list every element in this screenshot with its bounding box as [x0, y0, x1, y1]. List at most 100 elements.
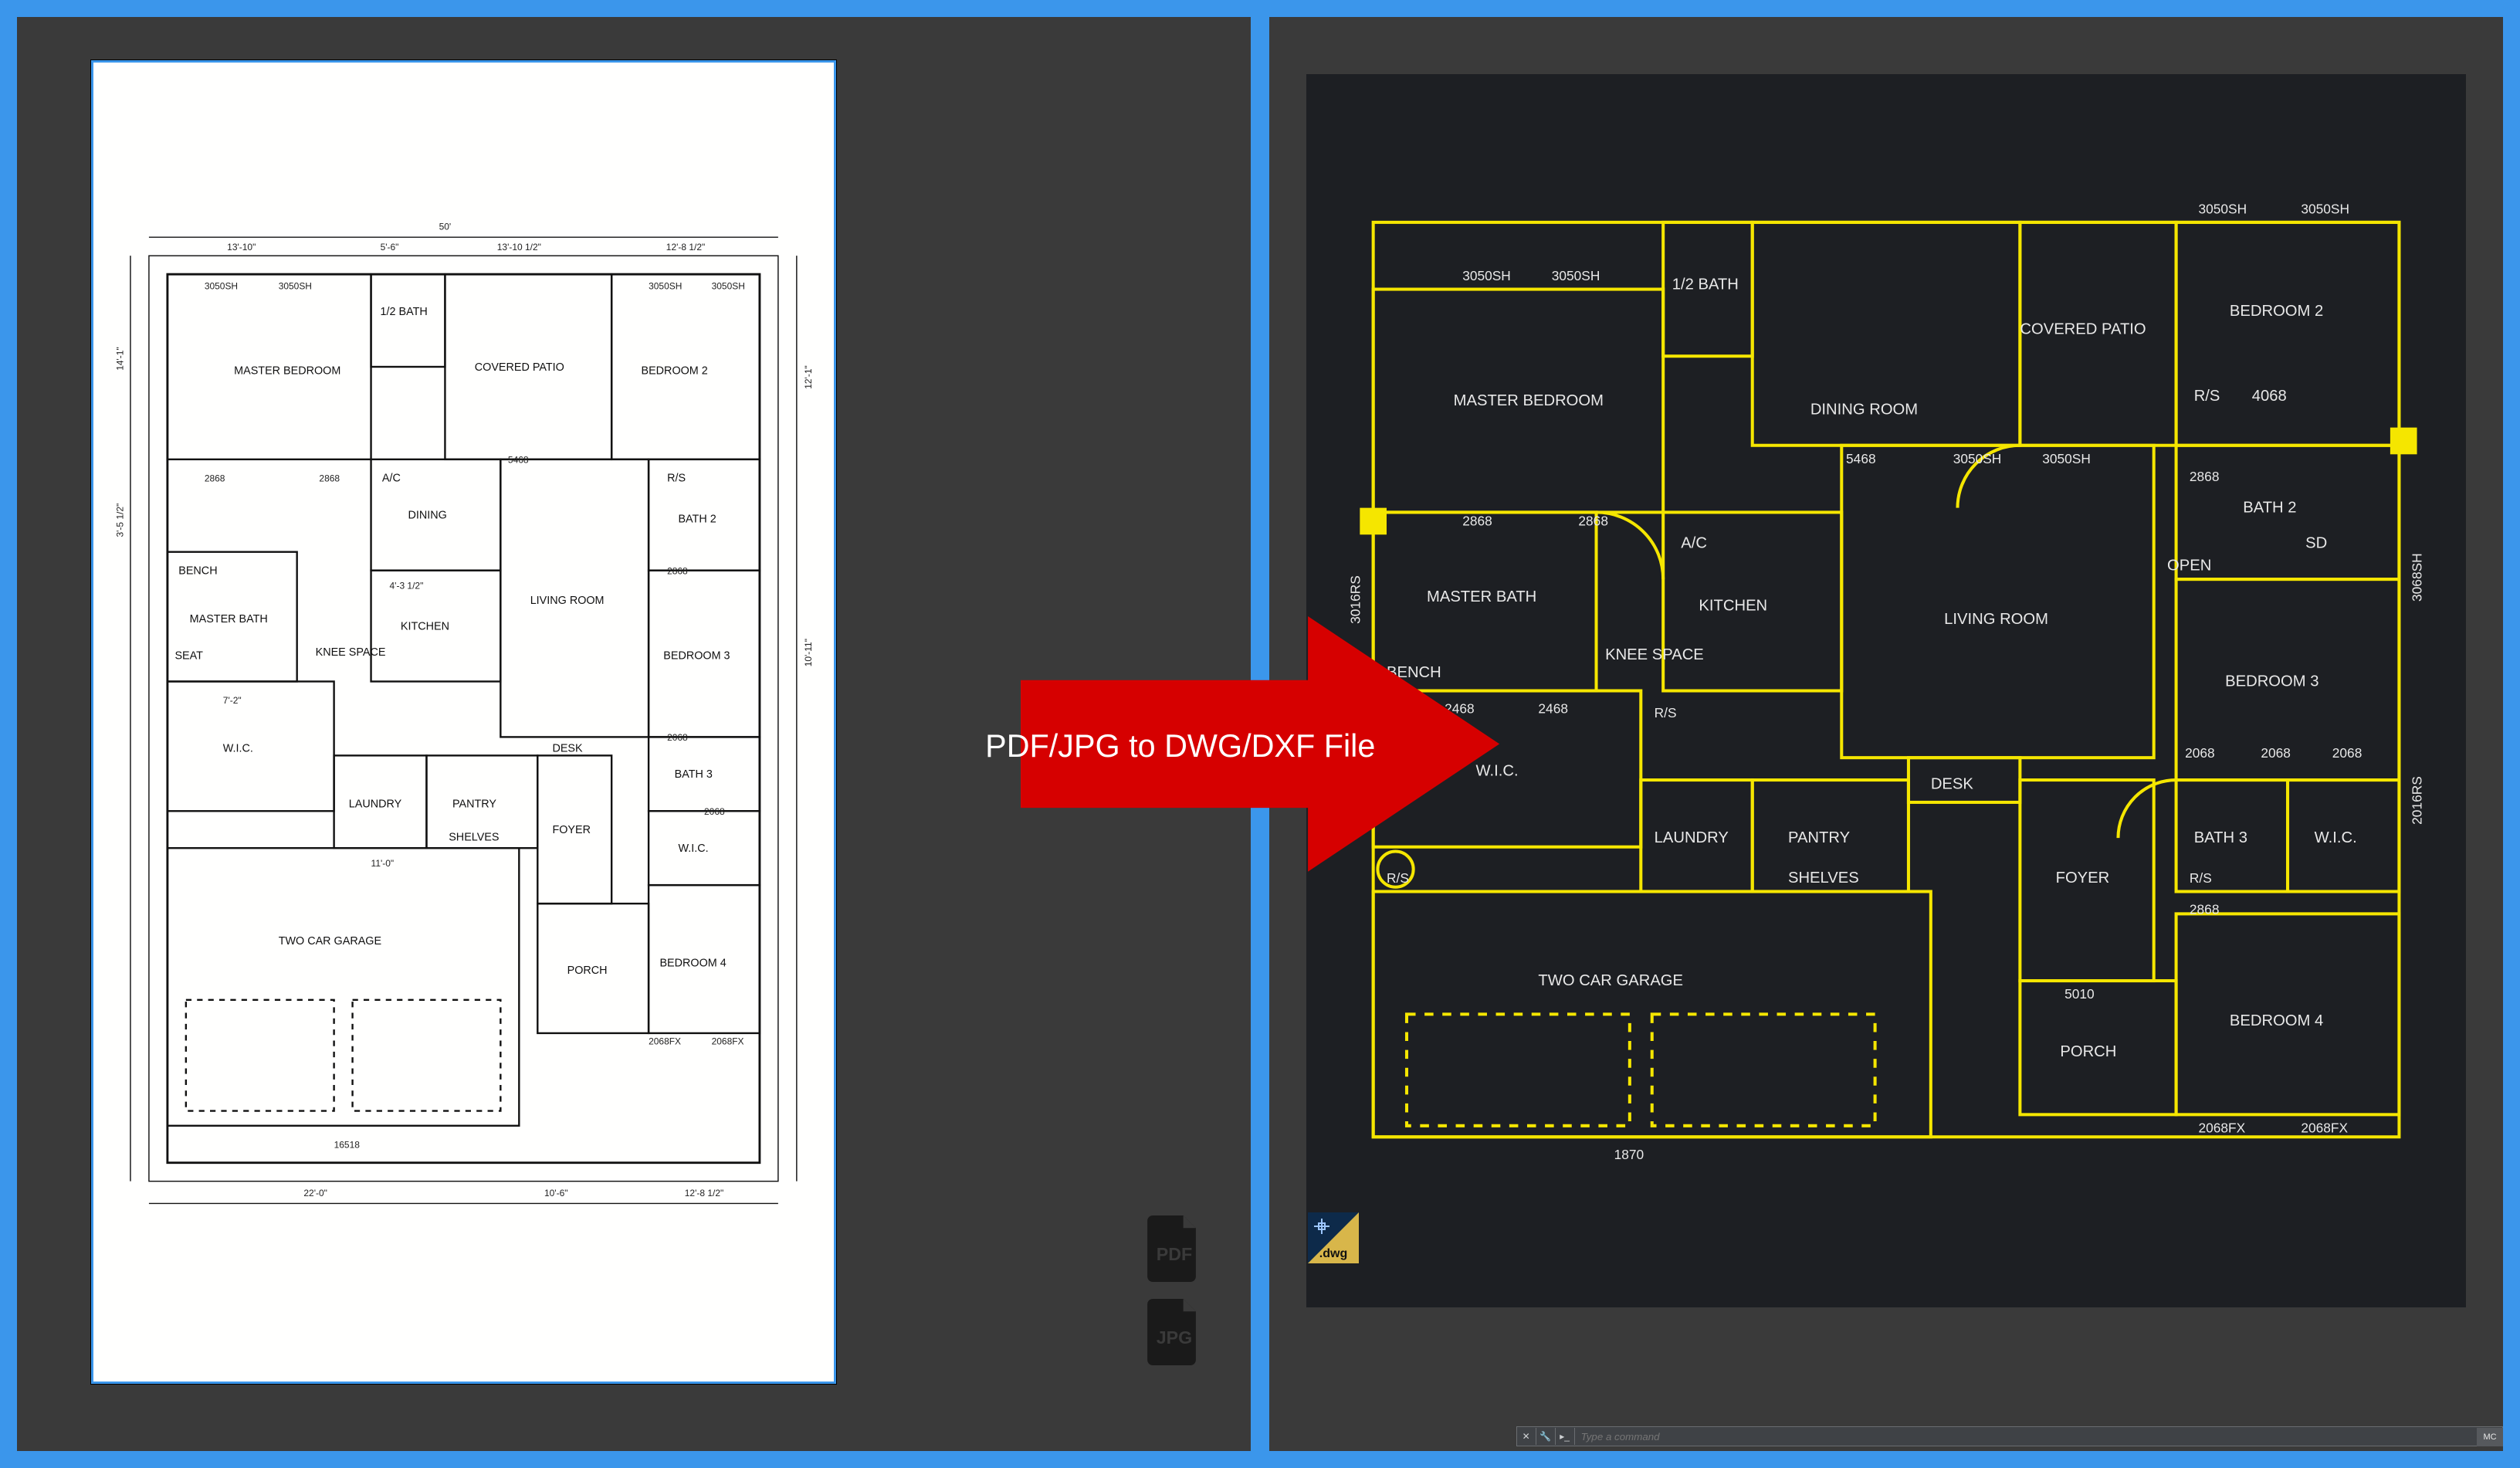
file-badge-text: PDF — [1157, 1244, 1192, 1264]
room-label: KITCHEN — [401, 620, 449, 632]
dim-label: 3050SH — [279, 280, 312, 291]
dim-label: 2016RS — [2409, 776, 2424, 825]
right-panel: MASTER BEDROOM 1/2 BATH COVERED PATIO BE… — [1268, 15, 2505, 1453]
room-label: BEDROOM 4 — [2230, 1012, 2323, 1029]
room-label: LIVING ROOM — [1944, 611, 2048, 628]
dim-label: 2868 — [667, 565, 688, 576]
room-label: BEDROOM 2 — [641, 364, 707, 377]
room-label: TWO CAR GARAGE — [279, 935, 381, 948]
dim-label: 7'-2" — [223, 695, 242, 706]
room-label: MASTER BATH — [190, 612, 268, 625]
jpg-file-icon: JPG — [1147, 1299, 1201, 1365]
chevron-right-icon[interactable]: ▸_ — [1556, 1428, 1575, 1445]
dim-label: 2868 — [2190, 902, 2220, 917]
dim-label: 5010 — [2064, 986, 2095, 1002]
room-label: BATH 2 — [2243, 500, 2296, 517]
dim-label: 2068FX — [2301, 1120, 2348, 1136]
room-label: A/C — [382, 472, 401, 484]
room-label: BEDROOM 2 — [2230, 303, 2323, 320]
source-file-icons: PDF JPG — [1147, 1215, 1201, 1365]
dim-label: 2068FX — [711, 1036, 743, 1046]
room-label: DESK — [552, 742, 583, 754]
dim-label: 2068FX — [2198, 1120, 2245, 1136]
corner-badge: MC — [2477, 1428, 2503, 1446]
dim-label: 2468 — [1538, 701, 1568, 717]
dwg-file-icon: .dwg — [1306, 1211, 1360, 1265]
room-label: COVERED PATIO — [475, 361, 564, 373]
left-panel: MASTER BEDROOM 1/2 BATH COVERED PATIO BE… — [15, 15, 1252, 1453]
dim-label: 2868 — [1578, 514, 1608, 529]
dim-label: 3'-5 1/2" — [114, 503, 125, 537]
room-label: MASTER BEDROOM — [234, 364, 340, 377]
room-label: 4068 — [2252, 388, 2287, 405]
dim-label: 2068 — [704, 806, 725, 817]
room-label: W.I.C. — [2315, 829, 2357, 846]
room-label: MASTER BATH — [1427, 588, 1536, 605]
dim-label: 13'-10 1/2" — [497, 242, 541, 253]
room-label: SHELVES — [449, 831, 499, 843]
dim-label: R/S — [1387, 692, 1409, 707]
command-bar[interactable]: ✕ 🔧 ▸_ — [1516, 1426, 2503, 1446]
dim-label: 10'-11" — [803, 639, 814, 666]
room-label: BENCH — [178, 564, 217, 577]
dim-label: 10'-6" — [544, 1188, 568, 1198]
dim-label: 14'-1" — [114, 347, 125, 371]
dim-label: 2068 — [2185, 745, 2215, 761]
room-label: W.I.C. — [678, 842, 708, 855]
room-label: LAUNDRY — [1655, 829, 1729, 846]
room-label: BATH 3 — [675, 768, 713, 781]
dim-label: 2468 — [1445, 701, 1475, 717]
room-label: PORCH — [567, 965, 608, 977]
dim-label: 2868 — [1462, 514, 1492, 529]
cad-viewport[interactable]: MASTER BEDROOM 1/2 BATH COVERED PATIO BE… — [1306, 74, 2466, 1307]
room-label: 1/2 BATH — [1672, 276, 1739, 293]
room-label: BATH 3 — [2194, 829, 2247, 846]
command-input[interactable] — [1575, 1431, 2502, 1443]
dim-label: 12'-8 1/2" — [685, 1188, 723, 1198]
room-label: R/S — [667, 472, 686, 484]
room-label: BEDROOM 3 — [663, 649, 730, 662]
dim-label: 3050SH — [2042, 451, 2091, 466]
dim-label: 5468 — [1846, 451, 1876, 466]
dim-label: 22'-0" — [303, 1188, 327, 1198]
room-label: DINING — [408, 509, 446, 521]
dim-label: 3050SH — [1552, 268, 1600, 283]
dim-label: R/S — [2190, 870, 2212, 886]
room-label: PORCH — [2060, 1044, 2116, 1061]
dim-label: 50' — [439, 221, 451, 232]
dim-label: 4'-3 1/2" — [389, 580, 423, 591]
room-label: BATH 2 — [678, 513, 716, 525]
room-label: PANTRY — [452, 798, 496, 810]
dim-label: 5'-6" — [380, 242, 398, 253]
room-label: SHELVES — [1788, 870, 1859, 887]
room-label: COVERED PATIO — [2020, 321, 2146, 338]
room-label: BEDROOM 4 — [659, 957, 726, 969]
room-label: OPEN — [2167, 558, 2211, 575]
dim-label: 3050SH — [2198, 202, 2247, 217]
room-label: KNEE SPACE — [1605, 646, 1704, 663]
room-label: DINING ROOM — [1810, 402, 1918, 419]
room-label: TWO CAR GARAGE — [1538, 972, 1683, 989]
source-document: MASTER BEDROOM 1/2 BATH COVERED PATIO BE… — [91, 60, 836, 1384]
dim-label: 2868 — [319, 473, 340, 483]
close-icon[interactable]: ✕ — [1517, 1428, 1536, 1445]
room-label: PANTRY — [1788, 829, 1851, 846]
dim-label: 13'-10" — [227, 242, 256, 253]
dim-label: 3050SH — [1462, 268, 1511, 283]
wrench-icon[interactable]: 🔧 — [1536, 1428, 1556, 1445]
dim-label: 5468 — [508, 454, 529, 465]
dim-label: 3050SH — [1953, 451, 2002, 466]
dim-label: 2868 — [2190, 469, 2220, 484]
room-label: A/C — [1681, 535, 1707, 552]
dim-label: 12'-8 1/2" — [666, 242, 705, 253]
room-label: FOYER — [552, 824, 591, 836]
room-label: LIVING ROOM — [530, 595, 605, 607]
dim-label: 2068 — [2332, 745, 2362, 761]
room-label: W.I.C. — [223, 742, 253, 754]
room-label: DESK — [1931, 776, 1974, 793]
room-label: BENCH — [1387, 664, 1441, 681]
dim-label: 3050SH — [205, 280, 238, 291]
room-label: R/S — [2194, 388, 2220, 405]
dim-label: 1870 — [1614, 1147, 1644, 1162]
dim-label: 2068 — [2261, 745, 2291, 761]
